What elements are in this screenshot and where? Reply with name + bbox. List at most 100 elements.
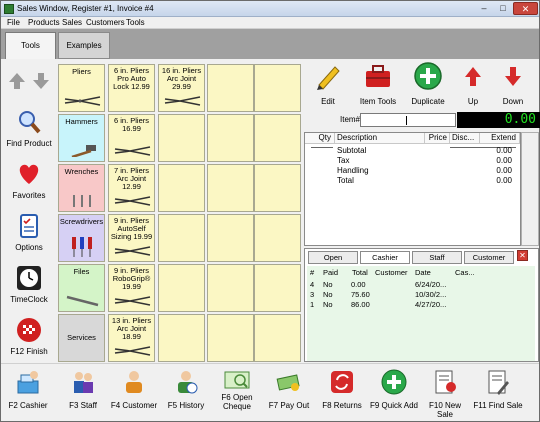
total-display: 0.00 — [457, 112, 540, 128]
menu-bar: File Products Sales Customers Tools — [1, 17, 539, 29]
col-description[interactable]: Description — [335, 133, 425, 144]
invoice-number: 1 — [310, 300, 315, 309]
duplicate-button[interactable]: Duplicate — [404, 61, 452, 106]
category-label: Files — [73, 267, 90, 276]
function-bar: F2 Cashier F3 Staff F4 Customer F5 Histo… — [1, 363, 539, 421]
col-total[interactable]: Total — [352, 268, 368, 277]
sales-window: Sales Window, Register #1, Invoice #4 – … — [0, 0, 540, 422]
close-icon[interactable]: ✕ — [517, 250, 528, 261]
category-services[interactable]: Services — [58, 314, 105, 362]
f12-finish-button[interactable]: F12 Finish — [3, 317, 55, 356]
col-extend[interactable]: Extend — [480, 133, 520, 144]
col-paid[interactable]: Paid — [323, 268, 338, 277]
maximize-button[interactable]: □ — [494, 2, 512, 15]
col-date[interactable]: Date — [415, 268, 431, 277]
f6-label-2: Cheque — [222, 402, 252, 411]
favorites-button[interactable]: Favorites — [3, 161, 55, 200]
category-files[interactable]: Files — [58, 264, 105, 312]
empty-slot — [158, 214, 205, 262]
minimize-button[interactable]: – — [475, 2, 493, 15]
item-number-label: Item# — [340, 115, 361, 124]
sale-lines-table[interactable]: Qty Description Price Disc... Extend Sub… — [304, 132, 521, 246]
product-button[interactable]: 16 in. Pliers Arc Joint 29.99 — [158, 64, 205, 112]
menu-file[interactable]: File — [7, 18, 20, 27]
title-bar: Sales Window, Register #1, Invoice #4 – … — [1, 1, 539, 17]
item-entry-row: Item# 0.00 — [304, 111, 540, 129]
f11-find-sale-button[interactable]: F11 Find Sale — [473, 369, 523, 419]
product-button[interactable]: 9 in. Pliers RoboGrip® 19.99 — [108, 264, 155, 312]
invoice-list[interactable]: # Paid Total Customer Date Cas... 4 No 0… — [307, 266, 535, 361]
tab-tools[interactable]: Tools — [5, 32, 56, 59]
invoice-row[interactable]: 4 No 0.00 6/24/20... — [307, 280, 535, 289]
tab-staff[interactable]: Staff — [412, 251, 462, 264]
category-hammers[interactable]: Hammers — [58, 114, 105, 162]
product-label: 6 in. Pliers 16.99 — [113, 116, 149, 133]
close-button[interactable]: ✕ — [513, 2, 538, 15]
f9-quick-add-button[interactable]: F9 Quick Add — [369, 369, 419, 419]
product-button[interactable]: 13 in. Pliers Arc Joint 18.99 — [108, 314, 155, 362]
app-icon — [4, 4, 14, 14]
tab-cashier[interactable]: Cashier — [360, 251, 410, 264]
empty-slot — [207, 114, 254, 162]
col-qty[interactable]: Qty — [305, 133, 335, 144]
nav-arrows-icon[interactable] — [5, 71, 53, 91]
summary-value: 0.00 — [496, 156, 512, 165]
col-price[interactable]: Price — [425, 133, 450, 144]
arrow-down-icon — [505, 67, 521, 86]
f6-open-cheque-button[interactable]: F6 Open Cheque — [215, 369, 259, 419]
pencil-icon — [317, 66, 340, 90]
menu-customers[interactable]: Customers — [86, 18, 125, 27]
heart-icon — [19, 164, 39, 184]
options-button[interactable]: Options — [3, 213, 55, 252]
product-button[interactable]: 6 in. Pliers Pro Auto Lock 12.99 — [108, 64, 155, 112]
f8-returns-button[interactable]: F8 Returns — [319, 369, 365, 419]
f3-staff-button[interactable]: F3 Staff — [61, 369, 105, 419]
item-number-input[interactable] — [360, 113, 456, 127]
product-button[interactable]: 7 in. Pliers Arc Joint 12.99 — [108, 164, 155, 212]
col-cashier[interactable]: Cas... — [455, 268, 475, 277]
category-screwdrivers[interactable]: Screwdrivers — [58, 214, 105, 262]
empty-slot — [158, 264, 205, 312]
tab-open[interactable]: Open — [308, 251, 358, 264]
timeclock-button[interactable]: TimeClock — [3, 265, 55, 304]
hammer-icon — [71, 145, 96, 157]
empty-slot — [207, 264, 254, 312]
f10-new-sale-button[interactable]: F10 New Sale — [421, 369, 469, 419]
col-discount[interactable]: Disc... — [450, 133, 480, 144]
col-number[interactable]: # — [310, 268, 314, 277]
finish-flag-icon — [17, 318, 41, 342]
down-button[interactable]: Down — [489, 61, 537, 106]
col-customer[interactable]: Customer — [375, 268, 408, 277]
invoice-panel: Open Cashier Staff Customer ✕ # Paid Tot… — [304, 248, 539, 362]
invoice-row[interactable]: 1 No 86.00 4/27/20... — [307, 300, 535, 309]
category-wrenches[interactable]: Wrenches — [58, 164, 105, 212]
find-product-button[interactable]: Find Product — [3, 109, 55, 148]
product-button[interactable]: 6 in. Pliers 16.99 — [108, 114, 155, 162]
f3-label: F3 Staff — [69, 401, 97, 410]
text-caret — [406, 116, 407, 125]
f7-pay-out-button[interactable]: F7 Pay Out — [267, 369, 311, 419]
tab-customer[interactable]: Customer — [464, 251, 514, 264]
returns-icon — [331, 371, 353, 393]
menu-products[interactable]: Products — [28, 18, 60, 27]
invoice-paid: No — [323, 280, 333, 289]
f9-label: F9 Quick Add — [369, 401, 419, 410]
plus-icon — [414, 62, 442, 90]
summary-value: 0.00 — [496, 176, 512, 185]
menu-tools[interactable]: Tools — [126, 18, 145, 27]
f2-cashier-button[interactable]: F2 Cashier — [7, 369, 49, 419]
f4-customer-button[interactable]: F4 Customer — [109, 369, 159, 419]
menu-sales[interactable]: Sales — [62, 18, 82, 27]
category-pliers[interactable]: Pliers — [58, 64, 105, 112]
vertical-scrollbar[interactable] — [521, 132, 539, 246]
edit-button[interactable]: Edit — [304, 61, 352, 106]
invoice-row[interactable]: 3 No 75.60 10/30/2... — [307, 290, 535, 299]
magnifier-icon — [19, 111, 41, 134]
product-button[interactable]: 9 in. Pliers AutoSelf Sizing 19.99 — [108, 214, 155, 262]
summary-row: Tax 0.00 — [305, 156, 520, 165]
empty-slot — [254, 264, 301, 312]
nav-arrows — [3, 71, 55, 95]
f5-history-button[interactable]: F5 History — [165, 369, 207, 419]
tab-examples[interactable]: Examples — [58, 32, 110, 59]
item-tools-button[interactable]: Item Tools — [354, 61, 402, 106]
